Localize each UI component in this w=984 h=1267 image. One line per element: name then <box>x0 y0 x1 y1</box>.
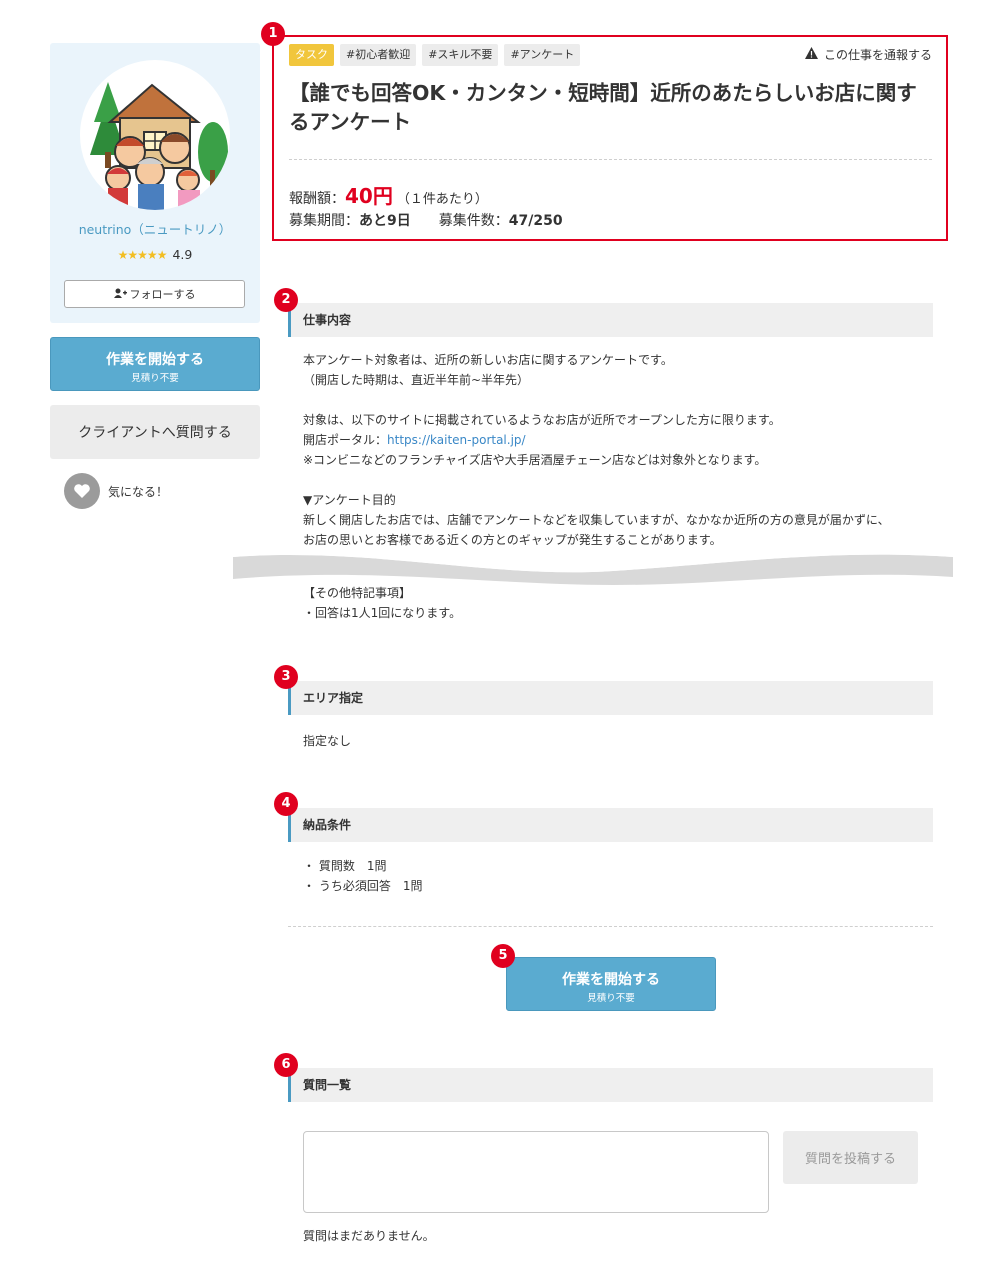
follow-label: フォローする <box>129 288 196 301</box>
client-profile-card: neutrino（ニュートリノ） ★★★★★ 4.9 フォローする <box>50 43 260 323</box>
job-notes-body: 【その他特記事項】 ・回答は1人1回になります。 <box>303 586 462 620</box>
job-title: 【誰でも回答OK・カンタン・短時間】近所のあたらしいお店に関するアンケート <box>289 81 917 134</box>
tag-beginner[interactable]: #初心者歓迎 <box>340 44 417 66</box>
period-row: 募集期間：あと9日 募集件数：47/250 <box>289 210 563 230</box>
post-question-button[interactable]: 質問を投稿する <box>783 1131 918 1184</box>
client-avatar[interactable] <box>80 60 230 210</box>
favorite-label: 気になる！ <box>108 484 169 499</box>
start-work-label: 作業を開始する <box>106 352 204 368</box>
step-badge-2: 2 <box>274 288 298 312</box>
delivery-conditions: ・ 質問数 1問 ・ うち必須回答 1問 <box>303 859 423 893</box>
start-work-label: 作業を開始する <box>562 972 660 988</box>
reward-amount: 40円 <box>345 184 393 208</box>
period-label: 募集期間： <box>289 213 359 229</box>
divider <box>289 159 932 160</box>
user-plus-icon <box>113 288 127 301</box>
section-questions: 質問一覧 <box>288 1068 933 1102</box>
step-badge-5: 5 <box>491 944 515 968</box>
period-value: あと9日 <box>359 213 411 229</box>
favorite-button[interactable]: 気になる！ <box>64 473 168 509</box>
job-header-card: タスク #初心者歓迎 #スキル不要 #アンケート この仕事を通報する 【誰でも回… <box>272 35 948 241</box>
step-badge-3: 3 <box>274 665 298 689</box>
reward-unit: （１件あたり） <box>396 192 488 207</box>
section-job-description: 仕事内容 <box>288 303 933 337</box>
follow-button[interactable]: フォローする <box>64 280 245 308</box>
rating-stars-icon: ★★★★★ <box>117 248 168 262</box>
content-truncation-wave <box>233 551 953 585</box>
tag-task[interactable]: タスク <box>289 44 334 66</box>
tag-survey[interactable]: #アンケート <box>504 44 581 66</box>
portal-link[interactable]: https://kaiten-portal.jp/ <box>387 433 526 447</box>
area-value: 指定なし <box>303 734 352 748</box>
start-work-sub: 見積り不要 <box>131 373 179 384</box>
ask-client-label: クライアントへ質問する <box>78 425 232 441</box>
report-label: この仕事を通報する <box>823 48 932 62</box>
family-illustration <box>90 82 228 210</box>
step-badge-1: 1 <box>261 22 285 46</box>
tag-list: タスク #初心者歓迎 #スキル不要 #アンケート <box>289 44 581 66</box>
reward-row: 報酬額： 40円 （１件あたり） <box>289 180 488 209</box>
ask-client-button[interactable]: クライアントへ質問する <box>50 405 260 459</box>
post-question-label: 質問を投稿する <box>804 1152 896 1167</box>
warning-icon <box>804 47 818 62</box>
client-name-link[interactable]: neutrino（ニュートリノ） <box>50 219 260 238</box>
step-badge-4: 4 <box>274 792 298 816</box>
count-label: 募集件数： <box>438 213 509 229</box>
job-description-body: 本アンケート対象者は、近所の新しいお店に関するアンケートです。 （開店した時期は… <box>303 353 890 547</box>
client-rating: ★★★★★ 4.9 <box>50 247 260 262</box>
no-questions-text: 質問はまだありません。 <box>303 1229 435 1243</box>
start-work-button-main[interactable]: 作業を開始する 見積り不要 <box>506 957 716 1011</box>
rating-value: 4.9 <box>172 247 193 262</box>
start-work-button-sidebar[interactable]: 作業を開始する 見積り不要 <box>50 337 260 391</box>
section-area: エリア指定 <box>288 681 933 715</box>
start-work-sub: 見積り不要 <box>587 993 635 1004</box>
reward-label: 報酬額： <box>289 191 345 207</box>
heart-icon <box>64 473 100 509</box>
report-job-link[interactable]: この仕事を通報する <box>804 46 932 63</box>
tag-no-skill[interactable]: #スキル不要 <box>422 44 499 66</box>
question-input[interactable] <box>303 1131 769 1213</box>
count-value: 47/250 <box>508 213 563 229</box>
section-delivery: 納品条件 <box>288 808 933 842</box>
divider <box>288 926 933 927</box>
step-badge-6: 6 <box>274 1053 298 1077</box>
